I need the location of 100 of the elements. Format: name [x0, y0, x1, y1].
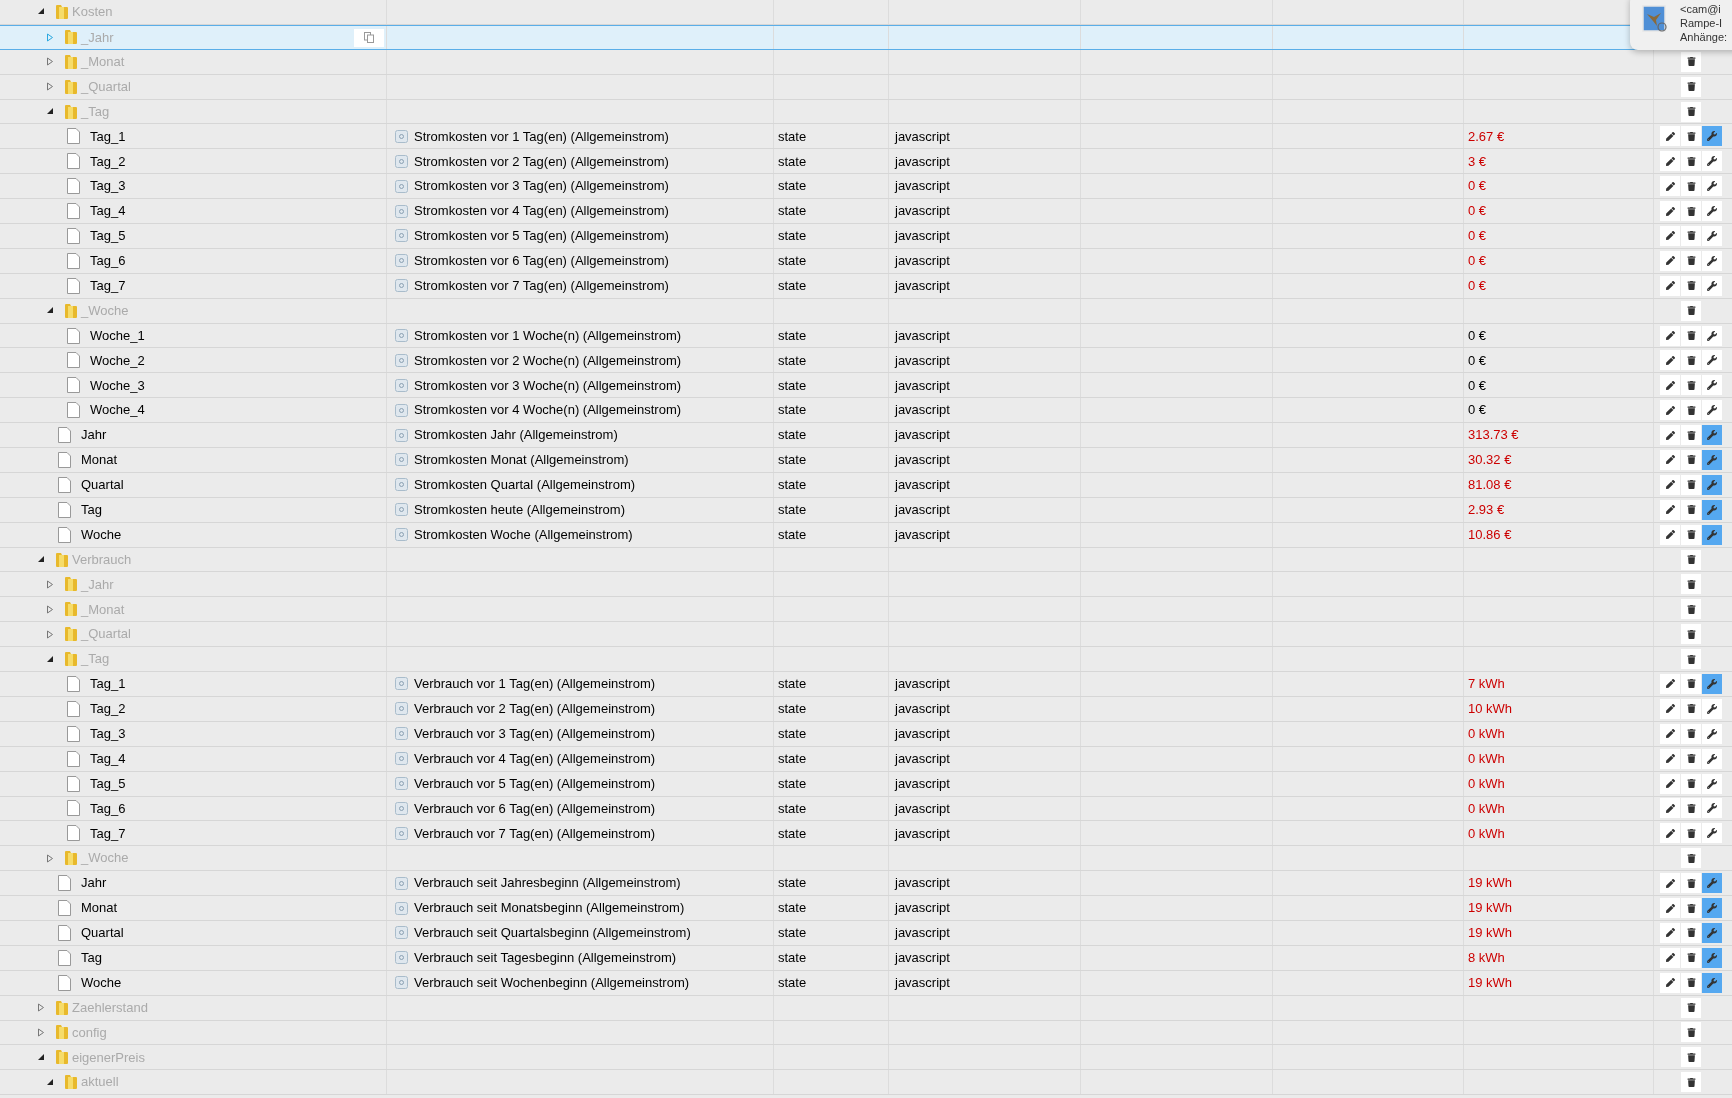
state-name: Woche_3 — [90, 376, 145, 395]
state-name: Jahr — [81, 874, 107, 893]
description-text: Verbrauch vor 6 Tag(en) (Allgemeinstrom) — [414, 799, 656, 818]
value-text: 2.93 € — [1468, 501, 1505, 519]
type-text: state — [778, 227, 807, 246]
description-text: Stromkosten Woche (Allgemeinstrom) — [414, 525, 633, 544]
role-text: javascript — [895, 152, 950, 171]
description-text: Verbrauch vor 2 Tag(en) (Allgemeinstrom) — [414, 700, 656, 719]
role-text: javascript — [895, 326, 950, 345]
description-text: Stromkosten Jahr (Allgemeinstrom) — [414, 426, 618, 445]
type-text: state — [778, 973, 807, 992]
role-text: javascript — [895, 824, 950, 843]
state-name: Quartal — [81, 924, 124, 943]
value-text: 19 kWh — [1468, 973, 1513, 992]
role-text: javascript — [895, 252, 950, 271]
type-text: state — [778, 525, 807, 544]
state-name: Tag — [81, 949, 102, 968]
description-text: Stromkosten vor 1 Tag(en) (Allgemeinstrom) — [414, 127, 669, 146]
type-text: state — [778, 476, 807, 495]
role-text: javascript — [895, 202, 950, 221]
folder-name: _Woche — [81, 301, 129, 320]
description-text: Verbrauch seit Wochenbeginn (Allgemeinstrom) — [414, 973, 690, 992]
folder-name: _Tag — [81, 650, 110, 669]
folder-name: _Monat — [81, 52, 125, 71]
role-text: javascript — [895, 799, 950, 818]
value-text: 0 kWh — [1468, 749, 1505, 768]
type-text: state — [778, 725, 807, 743]
role-text: javascript — [895, 177, 950, 196]
role-text: javascript — [895, 749, 950, 768]
state-name: Tag_6 — [90, 799, 126, 818]
description-text: Verbrauch vor 5 Tag(en) (Allgemeinstrom) — [414, 774, 656, 793]
description-text: Verbrauch vor 7 Tag(en) (Allgemeinstrom) — [414, 824, 656, 843]
type-text: state — [778, 949, 807, 968]
role-text: javascript — [895, 277, 950, 295]
state-name: Woche — [81, 525, 122, 544]
role-text: javascript — [895, 127, 950, 146]
type-text: state — [778, 326, 807, 345]
value-text: 0 € — [1468, 401, 1487, 420]
role-text: javascript — [895, 949, 950, 968]
description-text: Stromkosten Quartal (Allgemeinstrom) — [414, 476, 636, 495]
folder-name: Zaehlerstand — [72, 998, 148, 1017]
role-text: javascript — [895, 725, 950, 743]
description-text: Verbrauch vor 4 Tag(en) (Allgemeinstrom) — [414, 749, 656, 768]
description-text: Stromkosten vor 3 Tag(en) (Allgemeinstrom) — [414, 177, 669, 196]
description-text: Stromkosten vor 1 Woche(n) (Allgemeinstrom) — [414, 326, 682, 345]
value-text: 0 kWh — [1468, 799, 1505, 818]
value-text: 313.73 € — [1468, 426, 1519, 445]
value-text: 8 kWh — [1468, 949, 1505, 968]
type-text: state — [778, 152, 807, 171]
value-text: 7 kWh — [1468, 675, 1505, 694]
role-text: javascript — [895, 899, 950, 918]
state-name: Tag_4 — [90, 749, 126, 768]
state-name: Tag_1 — [90, 675, 126, 694]
type-text: state — [778, 749, 807, 768]
folder-name: _Monat — [81, 600, 125, 619]
role-text: javascript — [895, 675, 950, 694]
type-text: state — [778, 376, 807, 395]
state-name: Jahr — [81, 426, 107, 445]
role-text: javascript — [895, 451, 950, 470]
description-text: Stromkosten vor 2 Tag(en) (Allgemeinstrom) — [414, 152, 669, 171]
role-text: javascript — [895, 973, 950, 992]
folder-name: _Jahr — [81, 575, 114, 594]
type-text: state — [778, 824, 807, 843]
role-text: javascript — [895, 426, 950, 445]
state-name: Woche_2 — [90, 351, 145, 370]
description-text: Verbrauch seit Tagesbeginn (Allgemeinstrom) — [414, 949, 677, 968]
description-text: Stromkosten Monat (Allgemeinstrom) — [414, 451, 629, 470]
type-text: state — [778, 899, 807, 918]
state-name: Monat — [81, 451, 118, 470]
folder-name: Kosten — [72, 3, 113, 22]
type-text: state — [778, 252, 807, 271]
description-text: Stromkosten vor 7 Tag(en) (Allgemeinstrom) — [414, 277, 669, 295]
role-text: javascript — [895, 924, 950, 943]
state-name: Monat — [81, 899, 118, 918]
state-name: Tag_5 — [90, 227, 126, 246]
type-text: state — [778, 799, 807, 818]
folder-name: aktuell — [81, 1073, 119, 1092]
value-text: 0 € — [1468, 227, 1487, 246]
description-text: Verbrauch seit Jahresbeginn (Allgemeinstrom) — [414, 874, 681, 893]
description-text: Stromkosten vor 3 Woche(n) (Allgemeinstrom) — [414, 376, 682, 395]
state-name: Tag_7 — [90, 824, 126, 843]
type-text: state — [778, 501, 807, 519]
role-text: javascript — [895, 874, 950, 893]
description-text: Verbrauch seit Monatsbeginn (Allgemeinstrom) — [414, 899, 685, 918]
value-text: 0 € — [1468, 252, 1487, 271]
state-name: Tag_1 — [90, 127, 126, 146]
folder-name: _Woche — [81, 849, 129, 868]
value-text: 0 € — [1468, 177, 1487, 196]
type-text: state — [778, 127, 807, 146]
description-text: Stromkosten vor 4 Woche(n) (Allgemeinstrom) — [414, 401, 682, 420]
value-text: 0 € — [1468, 277, 1487, 295]
state-name: Woche_1 — [90, 326, 145, 345]
role-text: javascript — [895, 501, 950, 519]
folder-name: _Tag — [81, 102, 110, 121]
description-text: Stromkosten vor 5 Tag(en) (Allgemeinstrom) — [414, 227, 669, 246]
type-text: state — [778, 277, 807, 295]
state-name: Tag — [81, 501, 102, 519]
description-text: Verbrauch vor 1 Tag(en) (Allgemeinstrom) — [414, 675, 656, 694]
notification-text: <cam@i — [1680, 2, 1722, 16]
state-name: Tag_3 — [90, 177, 126, 196]
